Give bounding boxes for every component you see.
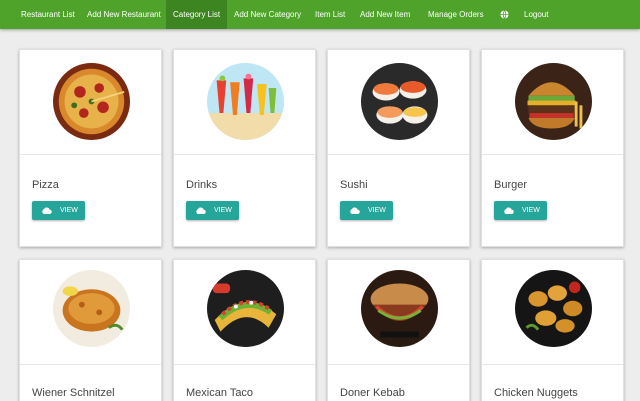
category-card-chicken-nuggets: Chicken Nuggets	[481, 259, 624, 401]
taco-image	[207, 270, 284, 347]
category-card-burger: Burger VIEW	[481, 49, 624, 247]
category-card-doner-kebab: Doner Kebab	[327, 259, 470, 401]
nav-add-new-item[interactable]: Add New Item	[353, 0, 417, 29]
nav-category-list[interactable]: Category List	[166, 0, 228, 29]
category-card-pizza: Pizza VIEW	[19, 49, 162, 247]
drinks-image	[207, 63, 284, 140]
sushi-image	[361, 63, 438, 140]
view-button-label: VIEW	[522, 207, 540, 214]
category-card-sushi: Sushi VIEW	[327, 49, 470, 247]
nav-item-list[interactable]: Item List	[308, 0, 352, 29]
category-title: Doner Kebab	[340, 387, 405, 399]
cloud-icon	[42, 207, 52, 214]
nuggets-image	[515, 270, 592, 347]
category-title: Mexican Taco	[186, 387, 254, 399]
top-navbar: Restaurant List Add New Restaurant Categ…	[0, 0, 640, 29]
category-title: Drinks	[186, 179, 218, 191]
globe-icon[interactable]	[500, 10, 509, 19]
schnitzel-image	[53, 270, 130, 347]
view-button-label: VIEW	[214, 207, 232, 214]
view-button[interactable]: VIEW	[340, 201, 393, 220]
view-button[interactable]: VIEW	[186, 201, 239, 220]
category-card-drinks: Drinks VIEW	[173, 49, 316, 247]
cloud-icon	[350, 207, 360, 214]
cloud-icon	[504, 207, 514, 214]
nav-restaurant-list[interactable]: Restaurant List	[14, 0, 82, 29]
view-button[interactable]: VIEW	[494, 201, 547, 220]
category-title: Pizza	[32, 179, 59, 191]
category-title: Burger	[494, 179, 528, 191]
view-button-label: VIEW	[60, 207, 78, 214]
nav-logout[interactable]: Logout	[517, 0, 555, 29]
category-title: Chicken Nuggets	[494, 387, 578, 399]
nav-add-new-restaurant[interactable]: Add New Restaurant	[80, 0, 168, 29]
cloud-icon	[196, 207, 206, 214]
nav-manage-orders[interactable]: Manage Orders	[421, 0, 491, 29]
category-card-wiener-schnitzel: Wiener Schnitzel	[19, 259, 162, 401]
view-button[interactable]: VIEW	[32, 201, 85, 220]
category-card-mexican-taco: Mexican Taco	[173, 259, 316, 401]
pizza-image	[53, 63, 130, 140]
nav-add-new-category[interactable]: Add New Category	[227, 0, 308, 29]
burger-image	[515, 63, 592, 140]
category-title: Wiener Schnitzel	[32, 387, 115, 399]
view-button-label: VIEW	[368, 207, 386, 214]
kebab-image	[361, 270, 438, 347]
category-title: Sushi	[340, 179, 368, 191]
